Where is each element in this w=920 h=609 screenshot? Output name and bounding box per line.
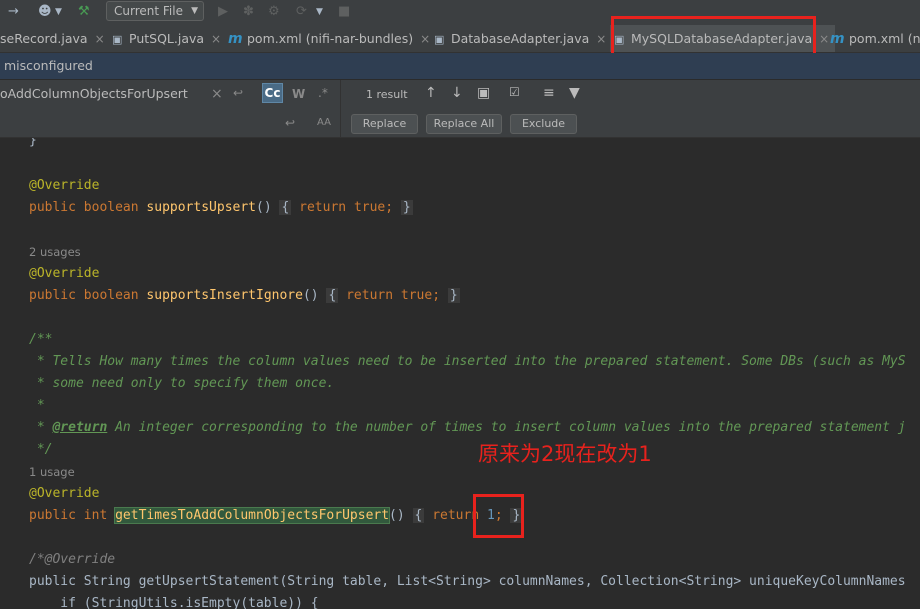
doc-comment-line: * @return An integer corresponding to th… [29, 420, 906, 435]
search-input[interactable]: oAddColumnObjectsForUpsert [0, 86, 188, 101]
search-field-area: oAddColumnObjectsForUpsert × ↩ Cc W .* ↩… [0, 80, 341, 137]
code-line: public boolean supportsUpsert() { return… [29, 200, 413, 215]
replace-button[interactable]: Replace [351, 114, 418, 134]
result-count: 1 result [366, 88, 408, 101]
code-line: public int getTimesToAddColumnObjectsFor… [29, 507, 523, 524]
notification-bar: misconfigured [0, 53, 920, 79]
profile-icon[interactable]: ⟳ [296, 3, 307, 21]
tab-label: PutSQL.java [129, 31, 205, 46]
doc-comment-line: /** [29, 332, 53, 347]
code-line: @Override [29, 486, 100, 501]
chevron-down-icon: ▼ [191, 6, 198, 16]
run-config-dropdown[interactable]: Current File ▼ [106, 1, 204, 21]
user-icon[interactable]: ☻ [38, 3, 52, 21]
chevron-down-icon[interactable]: ▼ [316, 3, 323, 21]
exclude-button[interactable]: Exclude [510, 114, 577, 134]
java-class-icon: ▣ [614, 33, 625, 46]
tab-label: pom.xml (nifi [849, 31, 920, 46]
tab-pom-nar-bundles[interactable]: m pom.xml (nifi-nar-bundles) × [228, 25, 430, 52]
maven-icon: m [228, 31, 243, 47]
close-icon[interactable]: × [819, 32, 829, 46]
editor-tab-bar: seRecord.java × ▣ PutSQL.java × m pom.xml (n… [0, 25, 920, 53]
maven-icon: m [830, 31, 845, 47]
debug-icon[interactable]: ✽ [243, 3, 254, 21]
preserve-case-toggle[interactable]: AA [317, 117, 331, 128]
replace-newline-icon[interactable]: ↩ [285, 116, 295, 130]
match-case-toggle[interactable]: Cc [262, 83, 283, 103]
annotation-note: 原来为2现在改为1 [478, 442, 652, 466]
usages-hint[interactable]: 1 usage [29, 465, 75, 479]
code-line: /*@Override [29, 552, 116, 567]
close-icon[interactable]: × [420, 32, 430, 46]
arrow-up-icon[interactable]: ↑ [425, 85, 437, 101]
chevron-down-icon[interactable]: ▼ [55, 3, 62, 21]
code-editor[interactable]: } @Override public boolean supportsUpser… [0, 138, 920, 609]
close-icon[interactable]: × [95, 32, 105, 46]
options-icon[interactable]: ≡ [543, 85, 555, 101]
tab-label: seRecord.java [0, 31, 88, 46]
doc-comment-line: * [29, 398, 45, 413]
tab-putsql[interactable]: ▣ PutSQL.java × [112, 25, 221, 52]
return-value: 1 [486, 508, 495, 523]
code-line: if (StringUtils.isEmpty(table)) { [29, 596, 319, 609]
tab-mysqldatabaseadapter[interactable]: ▣ MySQLDatabaseAdapter.java × [610, 25, 836, 52]
tab-label: pom.xml (nifi-nar-bundles) [247, 31, 414, 46]
tab-pom-nifi[interactable]: m pom.xml (nifi [830, 25, 920, 52]
tab-serecord[interactable]: seRecord.java × [0, 25, 105, 52]
filter-selection-icon[interactable]: ☑ [509, 85, 520, 99]
code-line: @Override [29, 178, 100, 193]
arrow-down-icon[interactable]: ↓ [451, 85, 463, 101]
regex-toggle[interactable]: .* [318, 86, 328, 100]
usages-hint[interactable]: 2 usages [29, 245, 81, 259]
doc-comment-line: * some need only to specify them once. [29, 376, 335, 391]
main-toolbar: → ☻ ▼ ⚒ Current File ▼ ▶ ✽ ⚙ ⟳ ▼ ■ [0, 0, 920, 26]
hammer-icon[interactable]: ⚒ [78, 3, 90, 21]
select-all-occurrences-icon[interactable]: ▣ [477, 85, 490, 101]
arrow-right-icon[interactable]: → [8, 3, 19, 21]
code-line: } [29, 138, 37, 148]
coverage-icon[interactable]: ⚙ [268, 3, 280, 21]
tab-label: DatabaseAdapter.java [451, 31, 590, 46]
code-line: public boolean supportsInsertIgnore() { … [29, 288, 460, 303]
doc-comment-line: */ [29, 442, 53, 457]
funnel-icon[interactable]: ▼ [569, 85, 580, 101]
find-replace-bar: oAddColumnObjectsForUpsert × ↩ Cc W .* ↩… [0, 80, 920, 138]
java-interface-icon: ▣ [434, 33, 445, 46]
tab-databaseadapter[interactable]: ▣ DatabaseAdapter.java × [434, 25, 606, 52]
notification-text: misconfigured [4, 58, 93, 73]
doc-comment-line: * Tells How many times the column values… [29, 354, 906, 369]
clear-icon[interactable]: × [211, 86, 223, 102]
java-class-icon: ▣ [112, 33, 123, 46]
tab-label: MySQLDatabaseAdapter.java [631, 31, 813, 46]
close-icon[interactable]: × [211, 32, 221, 46]
stop-icon[interactable]: ■ [338, 3, 350, 21]
run-config-label: Current File [114, 4, 183, 18]
close-icon[interactable]: × [596, 32, 606, 46]
newline-icon[interactable]: ↩ [233, 86, 243, 100]
search-match-highlight: getTimesToAddColumnObjectsForUpsert [114, 507, 391, 524]
whole-words-toggle[interactable]: W [292, 87, 305, 101]
code-line: @Override [29, 266, 100, 281]
replace-all-button[interactable]: Replace All [426, 114, 502, 134]
run-icon[interactable]: ▶ [218, 3, 228, 21]
code-line: public String getUpsertStatement(String … [29, 574, 906, 589]
